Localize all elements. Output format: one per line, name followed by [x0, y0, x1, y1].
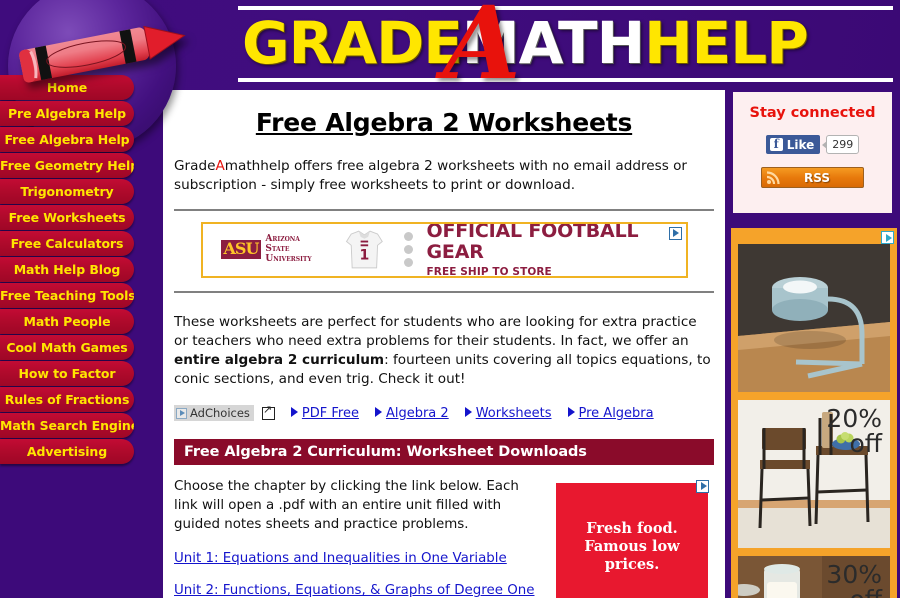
intro-post: mathhelp offers free algebra 2 worksheet… [174, 158, 687, 194]
sidebar-item-free-worksheets[interactable]: Free Worksheets [0, 205, 134, 230]
unit-link-1[interactable]: Unit 1: Equations and Inequalities in On… [174, 551, 543, 566]
sidebar-item-trigonometry[interactable]: Trigonometry [0, 179, 134, 204]
intro-accent-a: A [215, 158, 225, 174]
fresh-food-ad-text: Fresh food. Famous low prices. [584, 520, 680, 573]
ad-link-label: Worksheets [475, 405, 552, 421]
sidebar-item-free-teaching-tools[interactable]: Free Teaching Tools [0, 283, 134, 308]
facebook-like-button[interactable]: f Like [765, 135, 821, 154]
sidebar-item-free-algebra-help[interactable]: Free Algebra Help [0, 127, 134, 152]
asu-mark: ASU [220, 240, 262, 259]
ad-card-desk-lamp[interactable] [738, 244, 890, 392]
intro-pre: Grade [174, 158, 216, 174]
asu-line2: University [265, 253, 312, 264]
page-root: GRADE MATH HELP A Home Pre Algebra Help … [0, 0, 924, 598]
ad-link-pdf-free[interactable]: PDF Free [290, 405, 359, 421]
facebook-like-label: Like [786, 137, 815, 152]
para2-bold: entire algebra 2 curriculum [174, 352, 385, 369]
play-triangle-icon [290, 406, 298, 417]
rss-label: RSS [804, 170, 830, 185]
play-triangle-icon [567, 406, 575, 417]
asu-line1: Arizona State [265, 233, 300, 254]
external-link-icon[interactable] [261, 404, 275, 420]
downloads-section: Choose the chapter by clicking the link … [163, 476, 725, 598]
sidebar-item-free-calculators[interactable]: Free Calculators [0, 231, 134, 256]
ad-link-worksheets[interactable]: Worksheets [464, 405, 552, 421]
adchoices-triangle-icon [176, 407, 187, 419]
sidebar-item-math-help-blog[interactable]: Math Help Blog [0, 257, 134, 282]
fresh-food-ad[interactable]: Fresh food. Famous low prices. [553, 476, 713, 598]
fresh-food-ad-panel: Fresh food. Famous low prices. [556, 482, 708, 598]
asu-logo: ASU Arizona State University [220, 233, 321, 265]
ad-offer-30-off: 30% off [826, 560, 882, 598]
logo-grade: GRADE [242, 9, 463, 77]
svg-text:1: 1 [359, 247, 369, 263]
rss-button[interactable]: RSS [761, 167, 864, 188]
rss-icon [766, 171, 780, 185]
ad-link-pre-algebra[interactable]: Pre Algebra [567, 405, 654, 421]
sidebar-item-how-to-factor[interactable]: How to Factor [0, 361, 134, 386]
sidebar-item-cool-math-games[interactable]: Cool Math Games [0, 335, 134, 360]
facebook-like-count: 299 [822, 135, 860, 154]
intro-paragraph: GradeAmathhelp offers free algebra 2 wor… [174, 157, 714, 196]
logo-help: HELP [644, 9, 809, 77]
asu-banner-ad[interactable]: ASU Arizona State University 1 OFFICIAL … [200, 221, 688, 278]
sidebar-item-pre-algebra-help[interactable]: Pre Algebra Help [0, 101, 134, 126]
sidebar-item-rules-of-fractions[interactable]: Rules of Fractions [0, 387, 134, 412]
ad-link-label: Algebra 2 [385, 405, 449, 421]
facebook-f-icon: f [769, 138, 783, 151]
downloads-text-column: Choose the chapter by clicking the link … [163, 477, 543, 598]
adchoices-label: AdChoices [190, 406, 250, 421]
sidebar-item-math-search-engine[interactable]: Math Search Engine [0, 413, 134, 438]
adchoices-badge[interactable]: AdChoices [174, 405, 254, 422]
page-title: Free Algebra 2 Worksheets [255, 108, 633, 137]
football-jersey-icon: 1 [345, 230, 383, 268]
sidebar-item-free-geometry-help[interactable]: Free Geometry Help [0, 153, 134, 178]
main-content: Free Algebra 2 Worksheets GradeAmathhelp… [163, 90, 725, 598]
page-right-margin [900, 0, 924, 598]
crayon-icon [19, 25, 186, 83]
asu-ad-subline: FREE SHIP TO STORE [426, 265, 552, 278]
sidebar-item-advertising[interactable]: Advertising [0, 439, 134, 464]
play-triangle-icon [374, 406, 382, 417]
adchoices-triangle-icon[interactable] [668, 226, 682, 240]
logo-math: MATH [461, 9, 645, 77]
asu-ad-copy: OFFICIAL FOOTBALL GEAR FREE SHIP TO STOR… [426, 221, 686, 278]
choose-chapter-text: Choose the chapter by clicking the link … [174, 478, 519, 533]
play-triangle-icon [464, 406, 472, 417]
ad-card-glassware[interactable]: 30% off [738, 556, 890, 598]
asu-wordmark: Arizona State University [265, 233, 320, 265]
adchoices-row: AdChoices PDF Free Algebra 2 Worksheets … [174, 404, 725, 422]
asu-dots-decoration [403, 232, 413, 268]
worksheets-paragraph: These worksheets are perfect for student… [174, 313, 714, 390]
para2-part1: These worksheets are perfect for student… [174, 313, 697, 349]
ad-offer-20-off: 20% off [826, 404, 882, 458]
divider-above-ad [174, 208, 714, 211]
main-navigation: Home Pre Algebra Help Free Algebra Help … [0, 75, 134, 465]
adchoices-triangle-icon[interactable] [881, 231, 894, 244]
ad-card-bar-stools[interactable]: 20% off [738, 400, 890, 548]
divider-below-ad [174, 290, 714, 293]
site-logo[interactable]: GRADE MATH HELP [242, 7, 809, 79]
stay-connected-title: Stay connected [749, 105, 876, 121]
ad-link-algebra-2[interactable]: Algebra 2 [374, 405, 449, 421]
unit-link-2[interactable]: Unit 2: Functions, Equations, & Graphs o… [174, 583, 543, 598]
sidebar-item-math-people[interactable]: Math People [0, 309, 134, 334]
right-sidebar: Stay connected f Like 299 RSS 20% off 30… [725, 90, 900, 598]
ad-link-label: Pre Algebra [578, 405, 654, 421]
asu-ad-headline: OFFICIAL FOOTBALL GEAR [426, 221, 639, 264]
stay-connected-box: Stay connected f Like 299 RSS [731, 90, 894, 215]
curriculum-section-header: Free Algebra 2 Curriculum: Worksheet Dow… [174, 438, 714, 465]
desk-lamp-photo [738, 244, 890, 392]
adchoices-triangle-icon[interactable] [696, 479, 709, 493]
right-sidebar-ad[interactable]: 20% off 30% off [731, 228, 897, 598]
facebook-like-widget: f Like 299 [733, 135, 892, 154]
ad-link-label: PDF Free [301, 405, 359, 421]
